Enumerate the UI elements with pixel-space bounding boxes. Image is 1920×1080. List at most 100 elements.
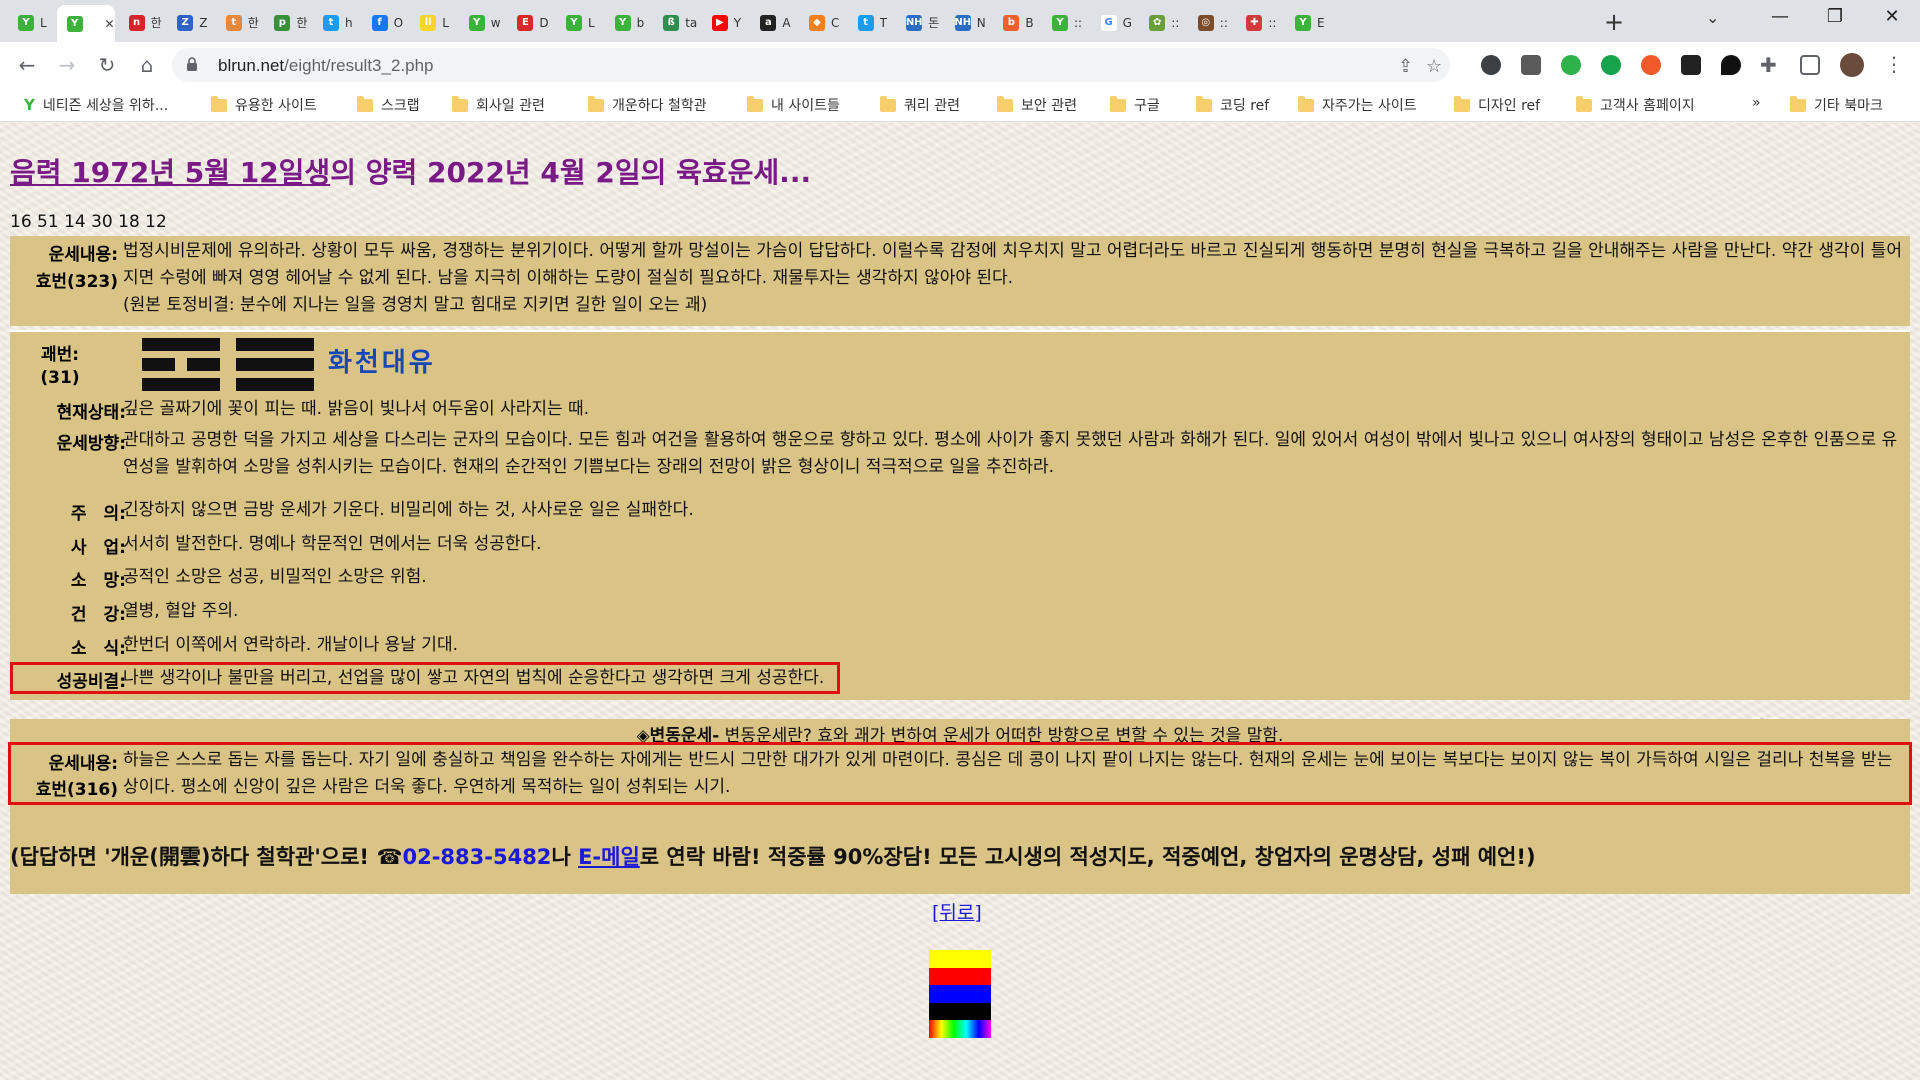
tab-title: w [490, 15, 501, 30]
tab-close-icon[interactable]: ✕ [105, 17, 115, 31]
bookmark-label: 구글 [1134, 98, 1160, 114]
fortune-row-text: 열병, 혈압 주의. [123, 601, 239, 621]
bookmark-item[interactable]: 개운하다 철학관 [588, 95, 707, 115]
share-icon[interactable]: ⇪ [1398, 56, 1413, 77]
evernote-icon[interactable] [1561, 55, 1581, 75]
tab-title: 돈 [928, 16, 940, 30]
tab-favicon-icon: f [371, 14, 388, 31]
tab[interactable]: Yw [459, 7, 505, 38]
other-bookmarks-label: 기타 북마크 [1814, 98, 1883, 114]
tab-favicon-icon: ß [663, 14, 680, 31]
tab[interactable]: tT [848, 7, 894, 38]
tab-title: :: [1074, 15, 1083, 30]
birthdate-link[interactable]: 음력 1972년 5월 12일생 [10, 156, 330, 189]
extension-pocket-icon[interactable] [1721, 55, 1741, 75]
tab-favicon-icon: p [274, 14, 291, 31]
fortune-row-text: 관대하고 공명한 덕을 가지고 세상을 다스리는 군자의 모습이다. 모든 힘과… [123, 430, 1898, 477]
bookmark-item[interactable]: Y 네티즌 세상을 위하... [24, 95, 168, 115]
forward-arrow-icon[interactable]: → [52, 50, 82, 80]
hexagram-number-label: 괘번: [40, 345, 80, 365]
tab[interactable]: ß ta [653, 7, 699, 38]
tab[interactable]: bB [993, 7, 1039, 38]
bookmark-label: 스크랩 [381, 98, 420, 114]
tab-favicon-icon: Y [1295, 14, 1311, 31]
tab[interactable]: t한 [216, 7, 262, 38]
tab[interactable]: YE [1285, 7, 1331, 38]
fortune-row-text: 한번더 이쪽에서 연락하라. 개날이나 용날 기대. [123, 635, 458, 655]
home-icon[interactable]: ⌂ [132, 50, 162, 80]
tab[interactable]: n한 [119, 7, 165, 38]
bookmark-star-icon[interactable]: ☆ [1426, 56, 1442, 77]
tab[interactable]: ✿:: [1139, 7, 1185, 38]
lock-icon [187, 57, 197, 71]
tab-favicon-icon: Y [468, 14, 485, 31]
folder-icon [1196, 95, 1212, 112]
tab[interactable]: ✚:: [1236, 7, 1282, 38]
menu-dots-icon[interactable]: ⋮ [1884, 52, 1904, 76]
extension-grammar-icon[interactable] [1481, 55, 1501, 75]
fortune-row-text: 공적인 소망은 성공, 비밀적인 소망은 위험. [123, 567, 427, 587]
bookmark-item[interactable]: 쿼리 관련 [880, 95, 960, 115]
tab[interactable]: Yb [605, 7, 651, 38]
bookmark-item[interactable]: 보안 관련 [997, 95, 1077, 115]
page-title: 음력 1972년 5월 12일생의 양력 2022년 4월 2일의 육효운세..… [10, 151, 811, 191]
maximize-button[interactable]: ❐ [1815, 6, 1855, 27]
bookmark-item[interactable]: 코딩 ref [1196, 95, 1269, 115]
tab-favicon-icon: a [760, 14, 777, 31]
tab[interactable]: NH N [945, 7, 991, 38]
bookmarks-overflow-button[interactable]: » [1752, 95, 1761, 111]
bookmark-item[interactable]: 구글 [1110, 95, 1160, 115]
extension-green-icon[interactable] [1601, 55, 1621, 75]
close-window-button[interactable]: ✕ [1872, 6, 1912, 27]
tab[interactable]: YL [556, 7, 602, 38]
tab[interactable]: ◎:: [1188, 7, 1234, 38]
back-arrow-icon[interactable]: ← [12, 50, 42, 80]
bookmark-item[interactable]: 내 사이트들 [747, 95, 840, 115]
address-bar[interactable]: blrun.net/eight/result3_2.php ⇪ ☆ [172, 48, 1450, 82]
tab[interactable]: ll L [410, 7, 456, 38]
email-link[interactable]: E-메일 [578, 845, 640, 869]
tab-favicon-icon: ll [420, 14, 437, 31]
tab[interactable]: ZZ [167, 7, 213, 38]
bookmark-item[interactable]: 스크랩 [357, 95, 420, 115]
bookmark-item[interactable]: 유용한 사이트 [211, 95, 317, 115]
bookmark-item[interactable]: 고객사 홈페이지 [1576, 95, 1695, 115]
folder-icon [588, 95, 604, 112]
tab[interactable]: ED [507, 7, 553, 38]
back-link[interactable]: [뒤로] [932, 898, 982, 925]
tab[interactable]: fO [362, 7, 408, 38]
side-panel-icon[interactable] [1800, 55, 1820, 75]
tab[interactable]: YL [8, 7, 54, 38]
tab[interactable]: aA [750, 7, 796, 38]
tab[interactable]: GG [1091, 7, 1137, 38]
bookmark-item[interactable]: 디자인 ref [1454, 95, 1540, 115]
tab[interactable]: th [313, 7, 359, 38]
extension-orange-icon[interactable] [1641, 55, 1661, 75]
tab[interactable]: Y:: [1042, 7, 1088, 38]
extension-info-icon[interactable] [1521, 55, 1541, 75]
tab-title: 한 [296, 16, 308, 30]
profile-avatar[interactable] [1840, 53, 1864, 77]
reload-icon[interactable]: ↻ [92, 50, 122, 80]
tab-search-icon[interactable]: ⌄ [1706, 8, 1719, 27]
tab-title: b [636, 15, 645, 30]
extensions-puzzle-icon[interactable]: ✚ [1760, 53, 1777, 77]
bookmark-item[interactable]: 자주가는 사이트 [1298, 95, 1417, 115]
bookmark-item[interactable]: 회사일 관련 [452, 95, 545, 115]
minimize-button[interactable]: — [1760, 6, 1800, 27]
hexagram-name: 화천대유 [328, 348, 436, 378]
folder-icon [1298, 95, 1314, 112]
extension-binary-icon[interactable] [1681, 55, 1701, 75]
tab-favicon-icon: b [1003, 14, 1020, 31]
bookmark-label: 보안 관련 [1021, 98, 1077, 114]
tab[interactable]: NH 돈 [896, 7, 942, 38]
tab[interactable]: p한 [264, 7, 310, 38]
tab-title: :: [1268, 15, 1277, 30]
folder-icon [747, 95, 763, 112]
new-tab-button[interactable]: + [1600, 8, 1628, 36]
tab-active[interactable]: Y ✕ [56, 5, 115, 42]
other-bookmarks-button[interactable]: 기타 북마크 [1790, 95, 1883, 115]
tab[interactable]: ◆ C [799, 7, 845, 38]
bookmark-label: 개운하다 철학관 [612, 98, 707, 114]
tab[interactable]: ▶ Y [702, 7, 748, 38]
